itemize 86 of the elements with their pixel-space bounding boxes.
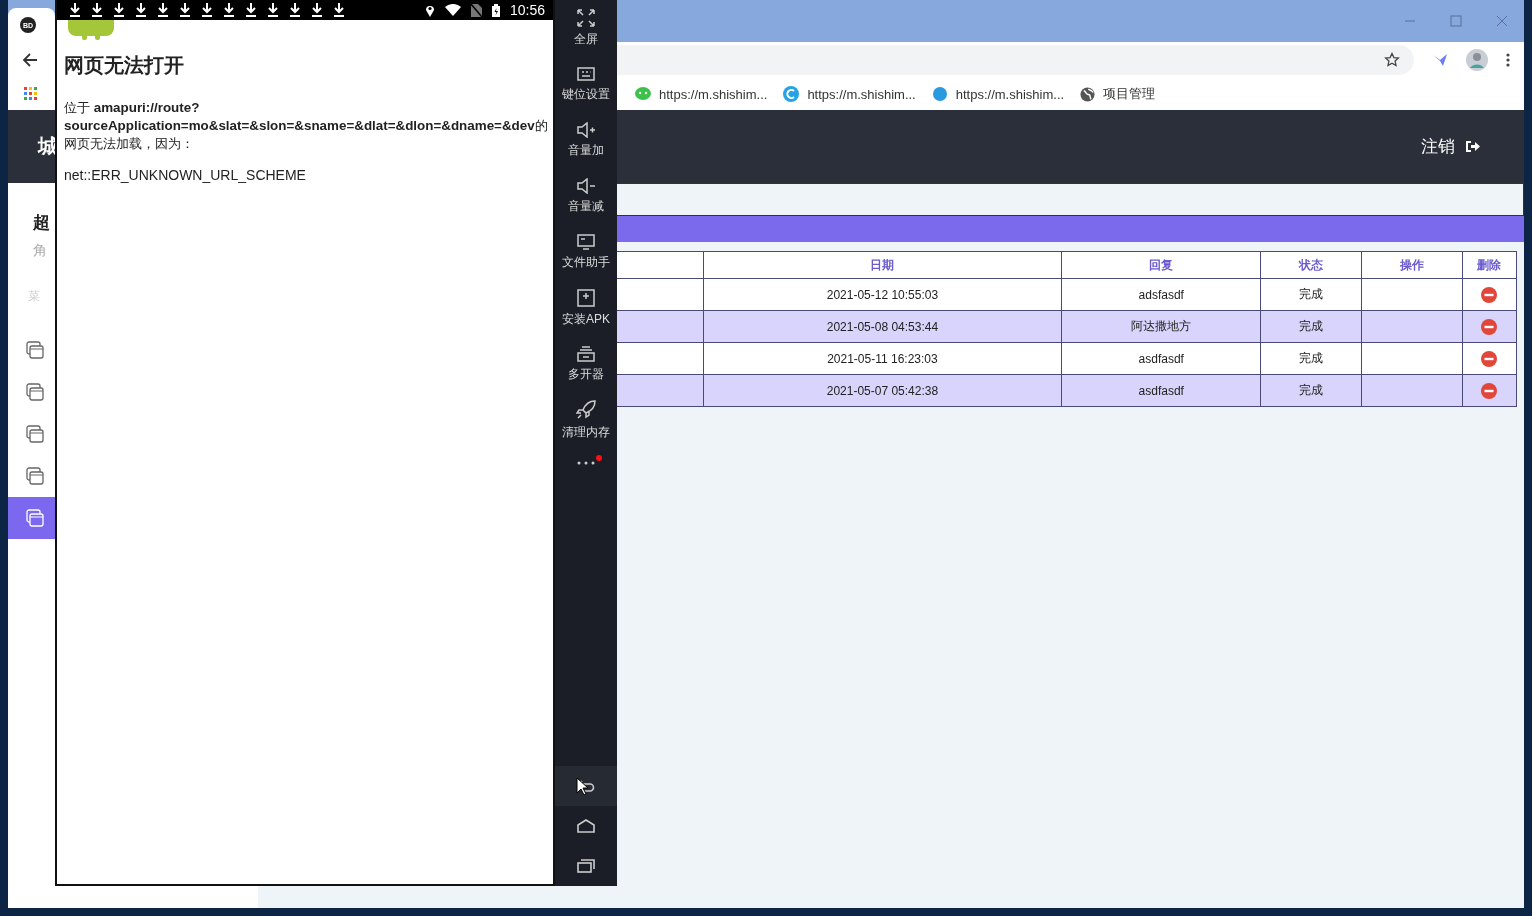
- download-icon: [333, 3, 345, 17]
- nav-button[interactable]: [555, 766, 617, 806]
- download-icon: [157, 3, 169, 17]
- table-cell: 完成: [1260, 374, 1362, 407]
- download-icon: [201, 3, 213, 17]
- column-header: 日期: [703, 251, 1062, 279]
- volume-up-icon: [576, 121, 596, 138]
- window-stack-icon: [26, 509, 44, 527]
- toolbar-button[interactable]: 文件助手: [555, 224, 617, 280]
- fullscreen-icon: [577, 8, 595, 27]
- download-icon: [113, 3, 125, 17]
- wifi-icon: [444, 4, 461, 16]
- delete-icon[interactable]: [1481, 286, 1498, 303]
- mouse-cursor-icon: [576, 777, 588, 796]
- location-icon: [424, 3, 435, 17]
- star-icon[interactable]: [1384, 52, 1400, 68]
- toolbar-button[interactable]: 音量减: [555, 168, 617, 224]
- keyboard-icon: [577, 65, 595, 82]
- toolbar-button[interactable]: 音量加: [555, 112, 617, 168]
- error-message: 位于 amapuri://route?sourceApplication=mo&slat=&slon=&sname=&dlat=&dlon=&dname=&dev的网页无法加载，因为：: [64, 99, 549, 153]
- table-cell: asdfasdf: [1061, 374, 1261, 407]
- window-stack-icon: [26, 467, 44, 485]
- more-icon[interactable]: [577, 461, 595, 465]
- window-stack-icon: [26, 341, 44, 359]
- table-cell: 完成: [1260, 278, 1362, 311]
- download-icon: [245, 3, 257, 17]
- table-cell: 2021-05-11 16:23:03: [703, 342, 1062, 375]
- menu-icon[interactable]: [1506, 53, 1510, 67]
- bookmark-link[interactable]: https://m.shishim...: [783, 86, 916, 102]
- toolbar-button[interactable]: 键位设置: [555, 56, 617, 112]
- toolbar-button[interactable]: 清理内存: [555, 392, 617, 448]
- home-icon: [577, 819, 595, 833]
- download-icon: [223, 3, 235, 17]
- download-icon: [267, 3, 279, 17]
- bookmark-link[interactable]: https://m.shishim...: [635, 86, 768, 102]
- user-name: 超: [33, 212, 51, 234]
- rocket-icon: [576, 399, 596, 420]
- logout-icon: [1465, 140, 1480, 153]
- table-cell: 完成: [1260, 310, 1362, 343]
- bookmark-link[interactable]: https://m.shishim...: [931, 86, 1065, 102]
- download-icon: [69, 3, 81, 17]
- sidebar-item[interactable]: [8, 497, 55, 539]
- column-header: 删除: [1462, 251, 1517, 279]
- back-arrow-icon[interactable]: [22, 52, 38, 68]
- table-cell: 2021-05-08 04:53:44: [703, 310, 1062, 343]
- battery-icon: [491, 3, 500, 17]
- table-cell: 阿达撒地方: [1061, 310, 1261, 343]
- no-sim-icon: [470, 3, 482, 17]
- table-cell: adsfasdf: [1061, 278, 1261, 311]
- user-role: 角: [33, 242, 48, 260]
- install-package-icon: [577, 288, 595, 307]
- table-cell: 2021-05-07 05:42:38: [703, 374, 1062, 407]
- android-robot-icon: [68, 20, 114, 40]
- error-title: 网页无法打开: [64, 53, 185, 78]
- toolbar-button[interactable]: 全屏: [555, 0, 617, 56]
- column-header: 操作: [1361, 251, 1463, 279]
- toolbar-button[interactable]: 安装APK: [555, 280, 617, 336]
- window-stack-icon: [26, 383, 44, 401]
- monitor-icon: [577, 233, 595, 250]
- status-time: 10:56: [509, 2, 545, 18]
- stack-icon: [577, 345, 595, 362]
- chat-bubble-icon: [635, 87, 651, 101]
- toolbar-button[interactable]: 多开器: [555, 336, 617, 392]
- download-icon: [91, 3, 103, 17]
- error-code: net::ERR_UNKNOWN_URL_SCHEME: [64, 167, 307, 183]
- delete-icon[interactable]: [1481, 350, 1498, 367]
- window-stack-icon: [26, 425, 44, 443]
- delete-icon[interactable]: [1481, 318, 1498, 335]
- table-cell: 2021-05-12 10:55:03: [703, 278, 1062, 311]
- download-icon: [135, 3, 147, 17]
- bookmark-link[interactable]: 项目管理: [1080, 85, 1156, 103]
- table-cell: 完成: [1260, 342, 1362, 375]
- logout-link[interactable]: 注销: [1421, 135, 1480, 158]
- circle-logo-icon: [783, 86, 800, 102]
- delete-icon[interactable]: [1481, 382, 1498, 399]
- column-header: 回复: [1061, 251, 1261, 279]
- table-cell: asdfasdf: [1061, 342, 1261, 375]
- close-icon[interactable]: [1496, 15, 1508, 27]
- avatar-icon[interactable]: [1466, 49, 1488, 71]
- download-icon: [289, 3, 301, 17]
- apps-grid-icon[interactable]: [24, 87, 38, 101]
- download-icon: [311, 3, 323, 17]
- column-header: 状态: [1260, 251, 1362, 279]
- volume-down-icon: [576, 177, 596, 194]
- download-icon: [179, 3, 191, 17]
- recent-apps-icon: [577, 859, 595, 873]
